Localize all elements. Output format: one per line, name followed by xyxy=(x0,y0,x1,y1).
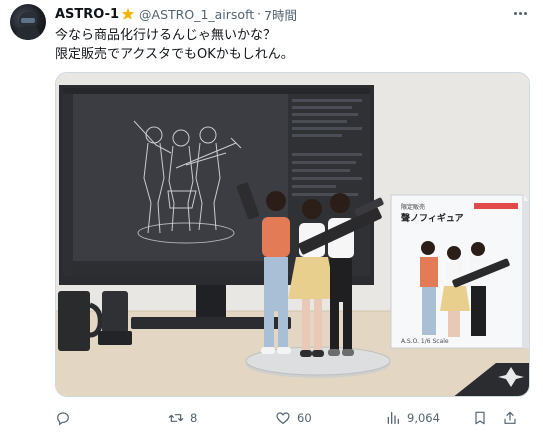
handle[interactable]: @ASTRO_1_airsoft xyxy=(139,7,254,22)
bookmark-icon xyxy=(475,411,485,425)
avatar-body xyxy=(16,26,40,40)
tweet-line: 限定販売でアクスタでもOKかもしれん。 xyxy=(55,47,294,62)
box-small-text: 限定販売 xyxy=(401,203,425,211)
separator-dot: · xyxy=(257,7,261,21)
like-count: 60 xyxy=(297,411,312,425)
tweet-photo[interactable]: 限定販売 聲ノフィギュア A.S.O. 1/6 Scale xyxy=(55,72,530,397)
star-badge-icon xyxy=(121,7,135,21)
box-model-line: A.S.O. 1/6 Scale xyxy=(401,338,449,345)
share-icon xyxy=(504,411,516,424)
product-box: 限定販売 聲ノフィギュア A.S.O. 1/6 Scale xyxy=(390,194,529,349)
avatar-visor xyxy=(21,18,35,23)
phone-stand xyxy=(98,291,132,345)
retweet-icon xyxy=(168,414,184,422)
more-options-icon[interactable] xyxy=(511,6,529,20)
tweet-header: ASTRO-1 @ASTRO_1_airsoft · 7時間 xyxy=(55,5,297,23)
view-count: 9,064 xyxy=(407,411,440,425)
timestamp[interactable]: 7時間 xyxy=(264,5,297,24)
display-name[interactable]: ASTRO-1 xyxy=(55,7,119,22)
tweet-actions: 8 60 9,064 xyxy=(55,405,530,431)
tweet-line: 今なら商品化行けるんじゃ無いかな？ xyxy=(55,28,277,43)
bookmark-button[interactable] xyxy=(472,405,494,431)
views-button[interactable]: 9,064 xyxy=(385,405,440,431)
retweet-count: 8 xyxy=(190,411,198,425)
share-button[interactable] xyxy=(502,405,524,431)
reply-icon xyxy=(57,412,69,426)
retweet-button[interactable]: 8 xyxy=(168,405,197,431)
reply-button[interactable] xyxy=(55,405,77,431)
heart-icon xyxy=(276,412,290,425)
box-title: 聲ノフィギュア xyxy=(401,212,464,224)
avatar[interactable] xyxy=(10,4,46,40)
analytics-icon xyxy=(387,412,399,424)
like-button[interactable]: 60 xyxy=(275,405,312,431)
tweet-text: 今なら商品化行けるんじゃ無いかな？ 限定販売でアクスタでもOKかもしれん。 xyxy=(55,26,525,64)
